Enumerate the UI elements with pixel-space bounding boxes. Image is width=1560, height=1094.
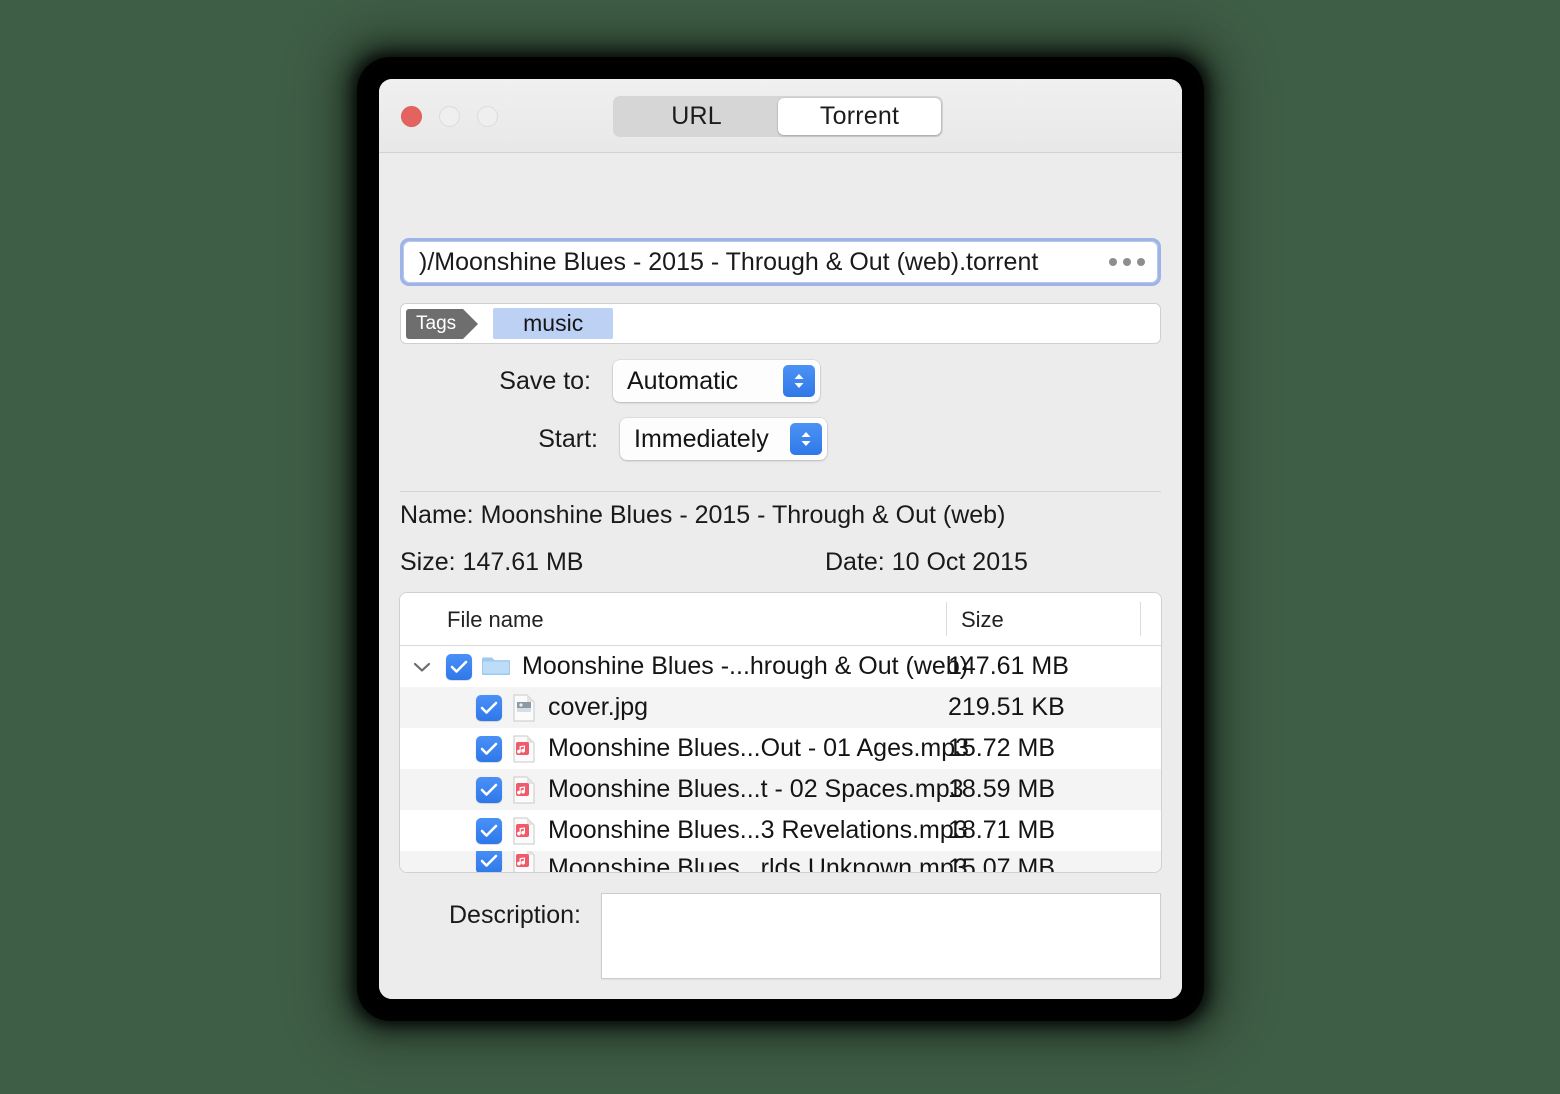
chevron-down-icon[interactable]	[411, 656, 433, 678]
torrent-size-value: 147.61 MB	[462, 548, 584, 576]
traffic-light-group	[401, 106, 498, 127]
tab-torrent[interactable]: Torrent	[778, 98, 941, 135]
start-row: Start: Immediately	[400, 418, 840, 460]
torrent-size-label: Size:	[400, 548, 456, 576]
close-button-icon[interactable]	[401, 106, 422, 127]
save-to-row: Save to: Automatic	[400, 360, 820, 402]
torrent-name-row: Name: Moonshine Blues - 2015 - Through &…	[400, 501, 1005, 530]
maximize-button-icon[interactable]	[477, 106, 498, 127]
torrent-date-value: 10 Oct 2015	[891, 548, 1028, 576]
save-to-select[interactable]: Automatic	[613, 360, 820, 402]
file-name: Moonshine Blues -...hrough & Out (web)	[522, 652, 969, 680]
description-label: Description:	[449, 901, 581, 929]
file-name: Moonshine Blues...t - 02 Spaces.mp3	[548, 775, 964, 803]
file-list-header: File name Size	[400, 593, 1161, 646]
file-name: Moonshine Blues...Out - 01 Ages.mp3	[548, 734, 970, 762]
image-file-icon	[512, 694, 540, 722]
desktop-backdrop: URL Torrent )/Moonshine Blues - 2015 - T…	[0, 0, 1560, 1094]
browse-more-icon[interactable]	[1101, 258, 1145, 266]
start-label: Start:	[538, 424, 598, 453]
add-torrent-dialog: URL Torrent )/Moonshine Blues - 2015 - T…	[379, 79, 1182, 999]
tag-token-music[interactable]: music	[493, 308, 614, 339]
tab-url[interactable]: URL	[615, 98, 778, 135]
row-checkbox[interactable]	[476, 776, 502, 803]
dialog-body: )/Moonshine Blues - 2015 - Through & Out…	[379, 153, 1182, 999]
torrent-path-field-focusring: )/Moonshine Blues - 2015 - Through & Out…	[400, 238, 1161, 286]
torrent-date-row: Date: 10 Oct 2015	[825, 548, 1028, 577]
audio-file-icon	[512, 735, 540, 763]
mode-segmented-control[interactable]: URL Torrent	[613, 96, 943, 137]
description-input[interactable]	[601, 893, 1161, 979]
file-size: 147.61 MB	[948, 652, 1069, 680]
chevron-updown-icon	[790, 423, 822, 455]
file-size: 18.71 MB	[948, 816, 1056, 844]
torrent-name-value: Moonshine Blues - 2015 - Through & Out (…	[480, 501, 1006, 529]
row-checkbox[interactable]	[476, 735, 502, 762]
audio-file-icon	[512, 851, 540, 872]
start-select[interactable]: Immediately	[620, 418, 827, 460]
table-row[interactable]: Moonshine Blues...3 Revelations.mp3 18.7…	[400, 810, 1161, 851]
minimize-button-icon[interactable]	[439, 106, 460, 127]
tags-field[interactable]: Tags music	[400, 303, 1161, 344]
window-titlebar: URL Torrent	[379, 79, 1182, 153]
torrent-date-label: Date:	[825, 548, 885, 576]
section-divider	[400, 491, 1161, 492]
row-checkbox[interactable]	[476, 694, 502, 721]
save-to-label: Save to:	[499, 366, 591, 395]
audio-file-icon	[512, 817, 540, 845]
file-size: 15.72 MB	[948, 734, 1056, 762]
row-checkbox[interactable]	[446, 653, 472, 680]
file-name: Moonshine Blues...rlds Unknown.mp3	[548, 854, 968, 872]
column-header-file-name[interactable]: File name	[447, 607, 544, 633]
torrent-path-value: )/Moonshine Blues - 2015 - Through & Out…	[419, 247, 1039, 276]
file-list[interactable]: File name Size Moonshine Blues -...hroug…	[400, 593, 1161, 872]
table-row[interactable]: Moonshine Blues...t - 02 Spaces.mp3 18.5…	[400, 769, 1161, 810]
audio-file-icon	[512, 776, 540, 804]
column-header-size[interactable]: Size	[961, 607, 1004, 633]
row-checkbox[interactable]	[476, 817, 502, 844]
table-row[interactable]: cover.jpg 219.51 KB	[400, 687, 1161, 728]
file-name: Moonshine Blues...3 Revelations.mp3	[548, 816, 968, 844]
row-checkbox[interactable]	[476, 851, 502, 872]
folder-icon	[482, 653, 510, 681]
table-row[interactable]: Moonshine Blues -...hrough & Out (web) 1…	[400, 646, 1161, 687]
save-to-value: Automatic	[627, 366, 739, 395]
file-size: 219.51 KB	[948, 693, 1065, 721]
torrent-size-row: Size: 147.61 MB	[400, 548, 583, 577]
file-size: 15.07 MB	[948, 854, 1056, 872]
chevron-updown-icon	[783, 365, 815, 397]
file-list-rows: Moonshine Blues -...hrough & Out (web) 1…	[400, 646, 1161, 872]
tags-label: Tags	[406, 308, 479, 339]
file-size: 18.59 MB	[948, 775, 1056, 803]
table-row[interactable]: Moonshine Blues...Out - 01 Ages.mp3 15.7…	[400, 728, 1161, 769]
torrent-name-label: Name:	[400, 501, 474, 529]
file-name: cover.jpg	[548, 693, 649, 721]
torrent-path-field[interactable]: )/Moonshine Blues - 2015 - Through & Out…	[403, 241, 1158, 283]
table-row[interactable]: Moonshine Blues...rlds Unknown.mp3 15.07…	[400, 851, 1161, 872]
start-value: Immediately	[634, 424, 769, 453]
